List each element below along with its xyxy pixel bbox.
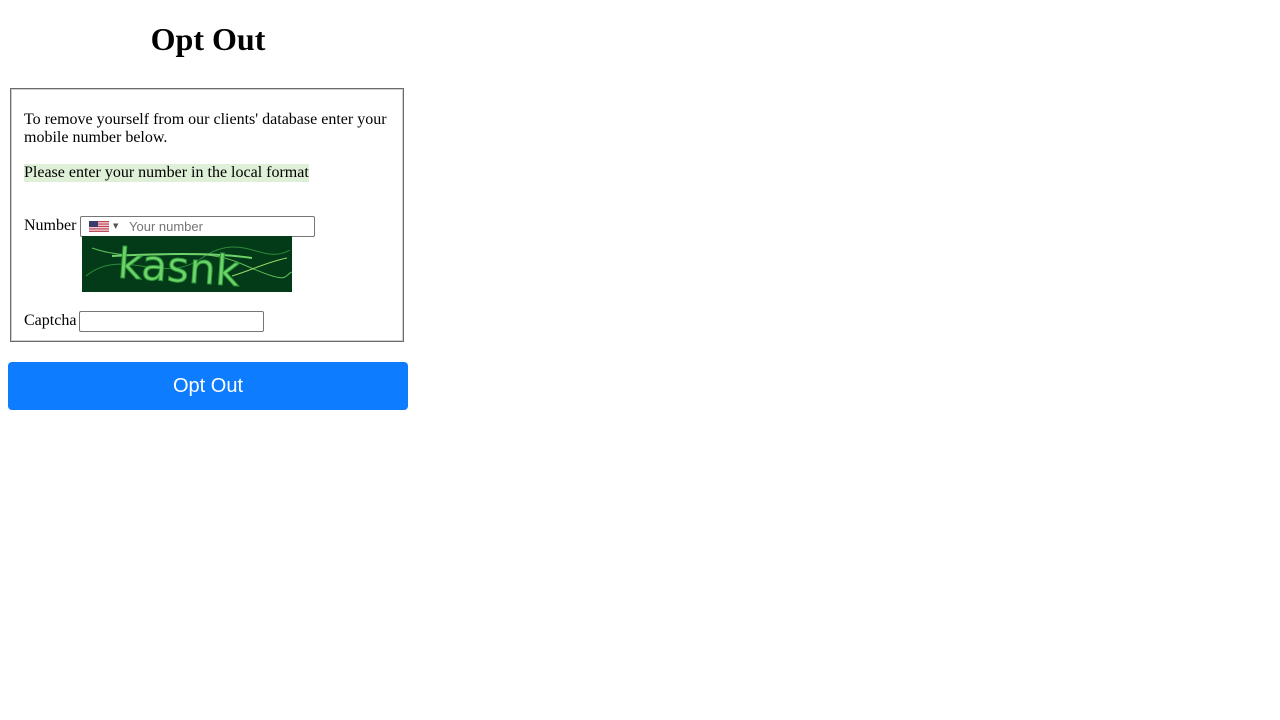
opt-out-button[interactable]: Opt Out [8, 362, 408, 410]
captcha-input[interactable] [79, 311, 264, 332]
page-title: Opt Out [150, 21, 266, 57]
phone-number-field: ▼ [80, 216, 315, 237]
format-hint: Please enter your number in the local fo… [24, 164, 309, 182]
number-label: Number [24, 217, 77, 234]
us-flag-icon [89, 221, 109, 232]
captcha-label: Captcha [24, 312, 77, 329]
country-selector[interactable]: ▼ [81, 217, 127, 236]
intro-text: To remove yourself from our clients' dat… [24, 111, 387, 146]
opt-out-form: To remove yourself from our clients' dat… [10, 88, 404, 342]
caret-down-icon: ▼ [113, 222, 119, 230]
captcha-text: kasnk [116, 239, 242, 292]
captcha-graphic: kasnk [85, 238, 292, 292]
phone-number-input[interactable] [127, 217, 313, 236]
captcha-image: kasnk [82, 236, 292, 292]
